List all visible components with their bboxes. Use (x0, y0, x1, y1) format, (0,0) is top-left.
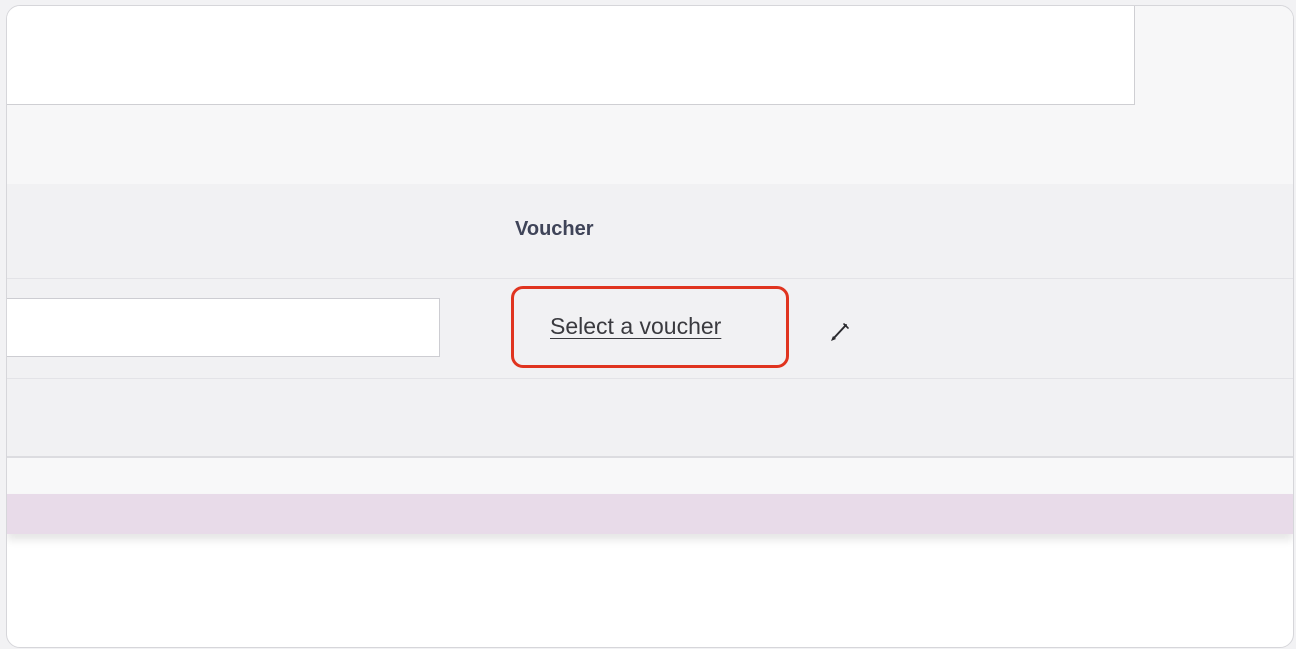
pencil-icon[interactable] (825, 317, 853, 345)
screenshot-frame: Voucher Select a voucher (6, 5, 1294, 648)
voucher-column-header: Voucher (515, 218, 594, 240)
content-box (7, 6, 1135, 105)
bottom-bar (7, 494, 1293, 534)
section-spacer (7, 105, 1293, 184)
table-row: Select a voucher (7, 279, 1293, 379)
footer-strip (7, 458, 1293, 494)
table-header-row: Voucher (7, 184, 1293, 279)
select-voucher-link[interactable]: Select a voucher (550, 313, 721, 340)
top-band (1135, 6, 1293, 105)
voucher-table: Voucher Select a voucher (7, 184, 1293, 456)
row-text-input[interactable] (7, 298, 440, 357)
